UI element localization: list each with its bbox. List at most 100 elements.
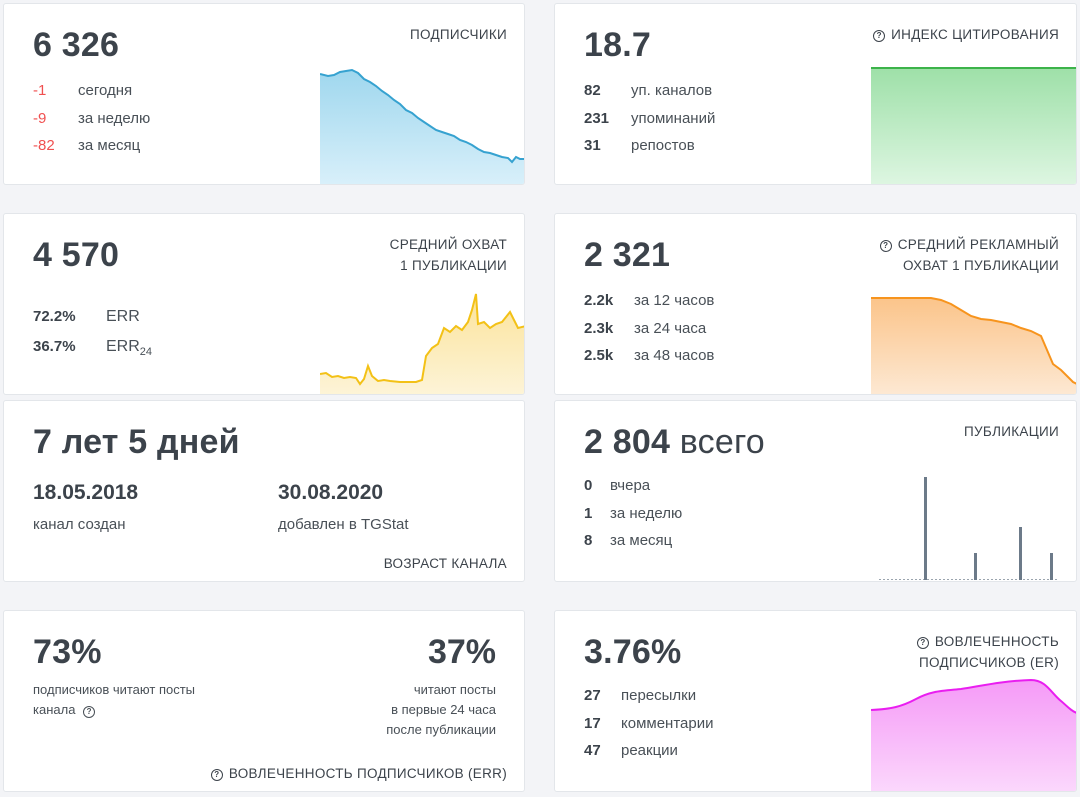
stat-label: за неделю [78, 109, 151, 127]
stat-row: 2.3k за 24 часа [584, 320, 714, 348]
subscribers-stats: -1 сегодня -9 за неделю -82 за месяц [33, 82, 150, 165]
stat-label: за месяц [78, 137, 141, 154]
ad-reach-stats: 2.2k за 12 часов 2.3k за 24 часа 2.5k за 48… [584, 292, 714, 375]
ad-reach-card[interactable]: 2 321 ? СРЕДНИЙ РЕКЛАМНЫЙ ОХВАТ 1 ПУБЛИКАЦ… [554, 213, 1077, 395]
err-right-description: читают посты в первые 24 часа после публ… [386, 682, 496, 737]
avg-reach-sparkline [320, 293, 524, 394]
stat-row: 82 уп. каналов [584, 82, 715, 110]
err-right-value: 37% [427, 633, 496, 671]
stat-value: 2.2k [584, 292, 614, 309]
added-label: добавлен в TGStat [278, 516, 409, 533]
channel-age-title: ВОЗРАСТ КАНАЛА [383, 556, 507, 571]
er-stats: 27 пересылки 17 комментарии 47 реакции [584, 687, 713, 770]
posts-bar [924, 477, 927, 580]
posts-bar-chart [879, 477, 1059, 580]
question-circle-icon[interactable]: ? [873, 30, 886, 42]
stat-label: вчера [610, 477, 651, 494]
stat-label: пересылки [621, 687, 697, 704]
stat-value: 8 [584, 532, 593, 549]
stat-label: реакции [621, 742, 678, 759]
err-left-description: подписчиков читают посты канала ? [33, 682, 196, 718]
posts-total: 2 804 всего [584, 423, 765, 461]
stat-row: 0 вчера [584, 477, 682, 505]
stat-row: 47 реакции [584, 742, 713, 770]
subscribers-card[interactable]: 6 326 ПОДПИСЧИКИ -1 сегодня -9 за неделю -… [3, 3, 525, 185]
stat-label: упоминаний [631, 109, 716, 127]
avg-reach-card[interactable]: 4 570 СРЕДНИЙ ОХВАТ 1 ПУБЛИКАЦИИ 72.2% ERR… [3, 213, 525, 395]
avg-reach-value: 4 570 [33, 236, 120, 274]
stat-label: за 48 часов [634, 347, 715, 364]
stat-row: 31 репостов [584, 137, 715, 165]
stat-value: 2.3k [584, 319, 614, 337]
stat-value: 231 [584, 109, 610, 127]
stat-row: -9 за неделю [33, 110, 150, 138]
stat-value: 82 [584, 82, 601, 99]
posts-title: ПУБЛИКАЦИИ [964, 424, 1059, 439]
question-circle-icon[interactable]: ? [210, 769, 223, 781]
subscribers-sparkline [320, 68, 524, 184]
avg-reach-title: СРЕДНИЙ ОХВАТ 1 ПУБЛИКАЦИИ [389, 237, 507, 273]
citation-sparkline [871, 67, 1076, 184]
ad-reach-title: ? СРЕДНИЙ РЕКЛАМНЫЙ ОХВАТ 1 ПУБЛИКАЦИИ [879, 234, 1059, 276]
ad-reach-value: 2 321 [584, 236, 671, 274]
created-date: 18.05.2018 [33, 481, 139, 504]
er-value: 3.76% [584, 633, 682, 671]
er-title: ? ВОВЛЕЧЕННОСТЬ ПОДПИСЧИКОВ (ER) [916, 631, 1059, 673]
avg-reach-stats: 72.2% ERR 36.7% ERR24 [33, 308, 152, 368]
posts-bar [1019, 527, 1022, 580]
channel-age-card[interactable]: 7 лет 5 дней 18.05.2018 канал создан 30.… [3, 400, 525, 582]
stat-value: -82 [33, 137, 55, 154]
stat-row: 2.2k за 12 часов [584, 292, 714, 320]
stat-label-subscript: 24 [139, 346, 153, 358]
created-label: канал создан [33, 516, 126, 533]
subscribers-title: ПОДПИСЧИКИ [409, 27, 507, 42]
stat-row: 36.7% ERR24 [33, 338, 152, 368]
question-circle-icon[interactable]: ? [916, 637, 929, 649]
added-date: 30.08.2020 [278, 481, 384, 504]
question-circle-icon[interactable]: ? [83, 706, 96, 718]
stat-value: -9 [33, 109, 47, 127]
posts-stats: 0 вчера 1 за неделю 8 за месяц [584, 477, 682, 560]
stat-label: ERR [106, 308, 140, 325]
stat-label: за 24 часа [634, 319, 707, 337]
stat-row: 27 пересылки [584, 687, 713, 715]
er-sparkline [871, 678, 1076, 791]
ad-reach-sparkline [871, 297, 1076, 394]
stat-label: за 12 часов [634, 292, 715, 309]
stat-label: сегодня [78, 82, 133, 99]
channel-age-value: 7 лет 5 дней [33, 423, 240, 461]
stat-row: 231 упоминаний [584, 110, 715, 138]
posts-bar [1050, 553, 1053, 580]
stat-value: 72.2% [33, 308, 76, 325]
citation-stats: 82 уп. каналов 231 упоминаний 31 репостов [584, 82, 715, 165]
stat-label: за месяц [610, 532, 673, 549]
stat-label: комментарии [621, 714, 714, 732]
stat-label: уп. каналов [631, 82, 713, 99]
stat-row: 2.5k за 48 часов [584, 347, 714, 375]
stat-row: 1 за неделю [584, 505, 682, 533]
stat-value: 47 [584, 742, 601, 759]
stat-value: 31 [584, 137, 601, 154]
err-left-value: 73% [33, 633, 102, 671]
posts-card[interactable]: 2 804 всего ПУБЛИКАЦИИ 0 вчера 1 за неделю… [554, 400, 1077, 582]
stat-label: за неделю [610, 504, 683, 522]
er-card[interactable]: 3.76% ? ВОВЛЕЧЕННОСТЬ ПОДПИСЧИКОВ (ER) 27 п… [554, 610, 1077, 792]
stat-value: 27 [584, 687, 601, 704]
err-title: ? ВОВЛЕЧЕННОСТЬ ПОДПИСЧИКОВ (ERR) [210, 763, 507, 784]
stat-row: 72.2% ERR [33, 308, 152, 338]
err-card[interactable]: 73% подписчиков читают посты канала ? 37… [3, 610, 525, 792]
citation-title: ? ИНДЕКС ЦИТИРОВАНИЯ [873, 24, 1059, 45]
stat-row: 17 комментарии [584, 715, 713, 743]
citation-card[interactable]: 18.7 ? ИНДЕКС ЦИТИРОВАНИЯ 82 уп. каналов 2… [554, 3, 1077, 185]
posts-bar [974, 553, 977, 580]
question-circle-icon[interactable]: ? [879, 240, 892, 252]
stat-value: 17 [584, 714, 601, 732]
stat-value: 0 [584, 477, 593, 494]
stat-value: -1 [33, 82, 47, 99]
stat-value: 36.7% [33, 338, 76, 355]
citation-index-value: 18.7 [584, 26, 651, 64]
stat-row: -82 за месяц [33, 137, 150, 165]
subscribers-count: 6 326 [33, 26, 120, 64]
stat-value: 2.5k [584, 347, 614, 364]
stat-label: репостов [631, 137, 695, 154]
